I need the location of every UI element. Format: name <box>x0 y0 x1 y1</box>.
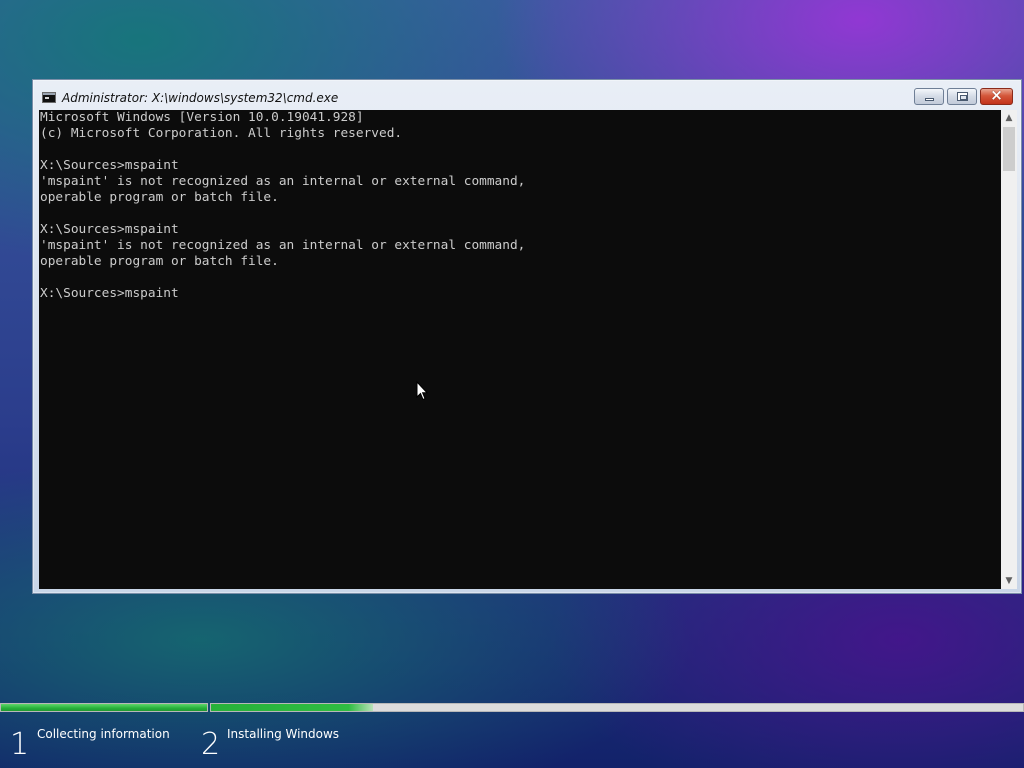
title-bar[interactable]: Administrator: X:\windows\system32\cmd.e… <box>33 80 1021 110</box>
progress-collecting <box>0 703 208 712</box>
mouse-pointer-icon <box>416 381 428 401</box>
cmd-icon <box>42 92 56 103</box>
step-label: Installing Windows <box>227 727 340 741</box>
vertical-scrollbar[interactable]: ▲ ▼ <box>1001 110 1017 589</box>
maximize-button[interactable] <box>947 88 977 105</box>
progress-fill <box>211 704 374 711</box>
step-number: 2 <box>201 727 221 762</box>
console-output[interactable]: Microsoft Windows [Version 10.0.19041.92… <box>39 110 1001 589</box>
maximize-icon <box>957 92 968 101</box>
console-text: Microsoft Windows [Version 10.0.19041.92… <box>40 110 526 301</box>
minimize-icon <box>925 98 934 101</box>
step-label: Collecting information <box>37 727 170 741</box>
progress-fill <box>1 704 207 711</box>
step-number: 1 <box>10 727 30 762</box>
scroll-up-icon[interactable]: ▲ <box>1001 110 1017 126</box>
window-title: Administrator: X:\windows\system32\cmd.e… <box>62 91 339 105</box>
close-button[interactable]: × <box>980 86 1013 105</box>
scroll-thumb[interactable] <box>1003 127 1015 171</box>
minimize-button[interactable] <box>914 88 944 105</box>
setup-progress <box>0 703 1024 712</box>
progress-installing <box>210 703 1024 712</box>
close-icon: × <box>990 86 1003 104</box>
cmd-window[interactable]: Administrator: X:\windows\system32\cmd.e… <box>32 79 1022 594</box>
caption-buttons: × <box>911 86 1013 107</box>
scroll-down-icon[interactable]: ▼ <box>1001 573 1017 589</box>
